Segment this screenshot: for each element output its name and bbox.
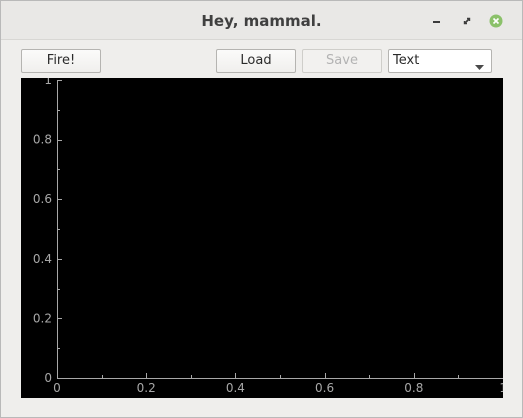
save-button[interactable]: Save [302, 49, 382, 73]
y-tick-label: 0.2 [33, 311, 52, 325]
y-tick-label: 1 [44, 78, 52, 87]
chevron-down-icon [475, 59, 484, 74]
fire-button[interactable]: Fire! [21, 49, 101, 73]
load-button[interactable]: Load [216, 49, 296, 73]
minimize-icon[interactable] [430, 14, 444, 28]
y-tick-label: 0.4 [33, 252, 52, 266]
x-tick-label: 0 [53, 381, 61, 395]
y-tick-label: 0.6 [33, 192, 52, 206]
x-tick-label: 0.8 [404, 381, 423, 395]
mode-dropdown[interactable]: Text [388, 49, 492, 73]
y-tick-label: 0 [44, 371, 52, 385]
chart-svg: 0 0.2 0.4 0.6 0.8 1 0 0.2 0.4 0.6 0.8 1 [33, 78, 503, 395]
x-tick-label: 1 [499, 381, 503, 395]
title-bar[interactable]: Hey, mammal. [1, 1, 522, 40]
maximize-icon[interactable] [460, 14, 474, 28]
app-window: Hey, mammal. Fire! Load Save Text 0 0.2 … [0, 0, 523, 418]
x-tick-label: 0.6 [315, 381, 334, 395]
y-tick-label: 0.8 [33, 133, 52, 147]
mode-dropdown-value: Text [393, 53, 420, 68]
close-icon[interactable] [489, 14, 503, 28]
x-tick-label: 0.4 [226, 381, 245, 395]
x-tick-label: 0.2 [137, 381, 156, 395]
plot-canvas[interactable]: 0 0.2 0.4 0.6 0.8 1 0 0.2 0.4 0.6 0.8 1 [21, 78, 503, 398]
